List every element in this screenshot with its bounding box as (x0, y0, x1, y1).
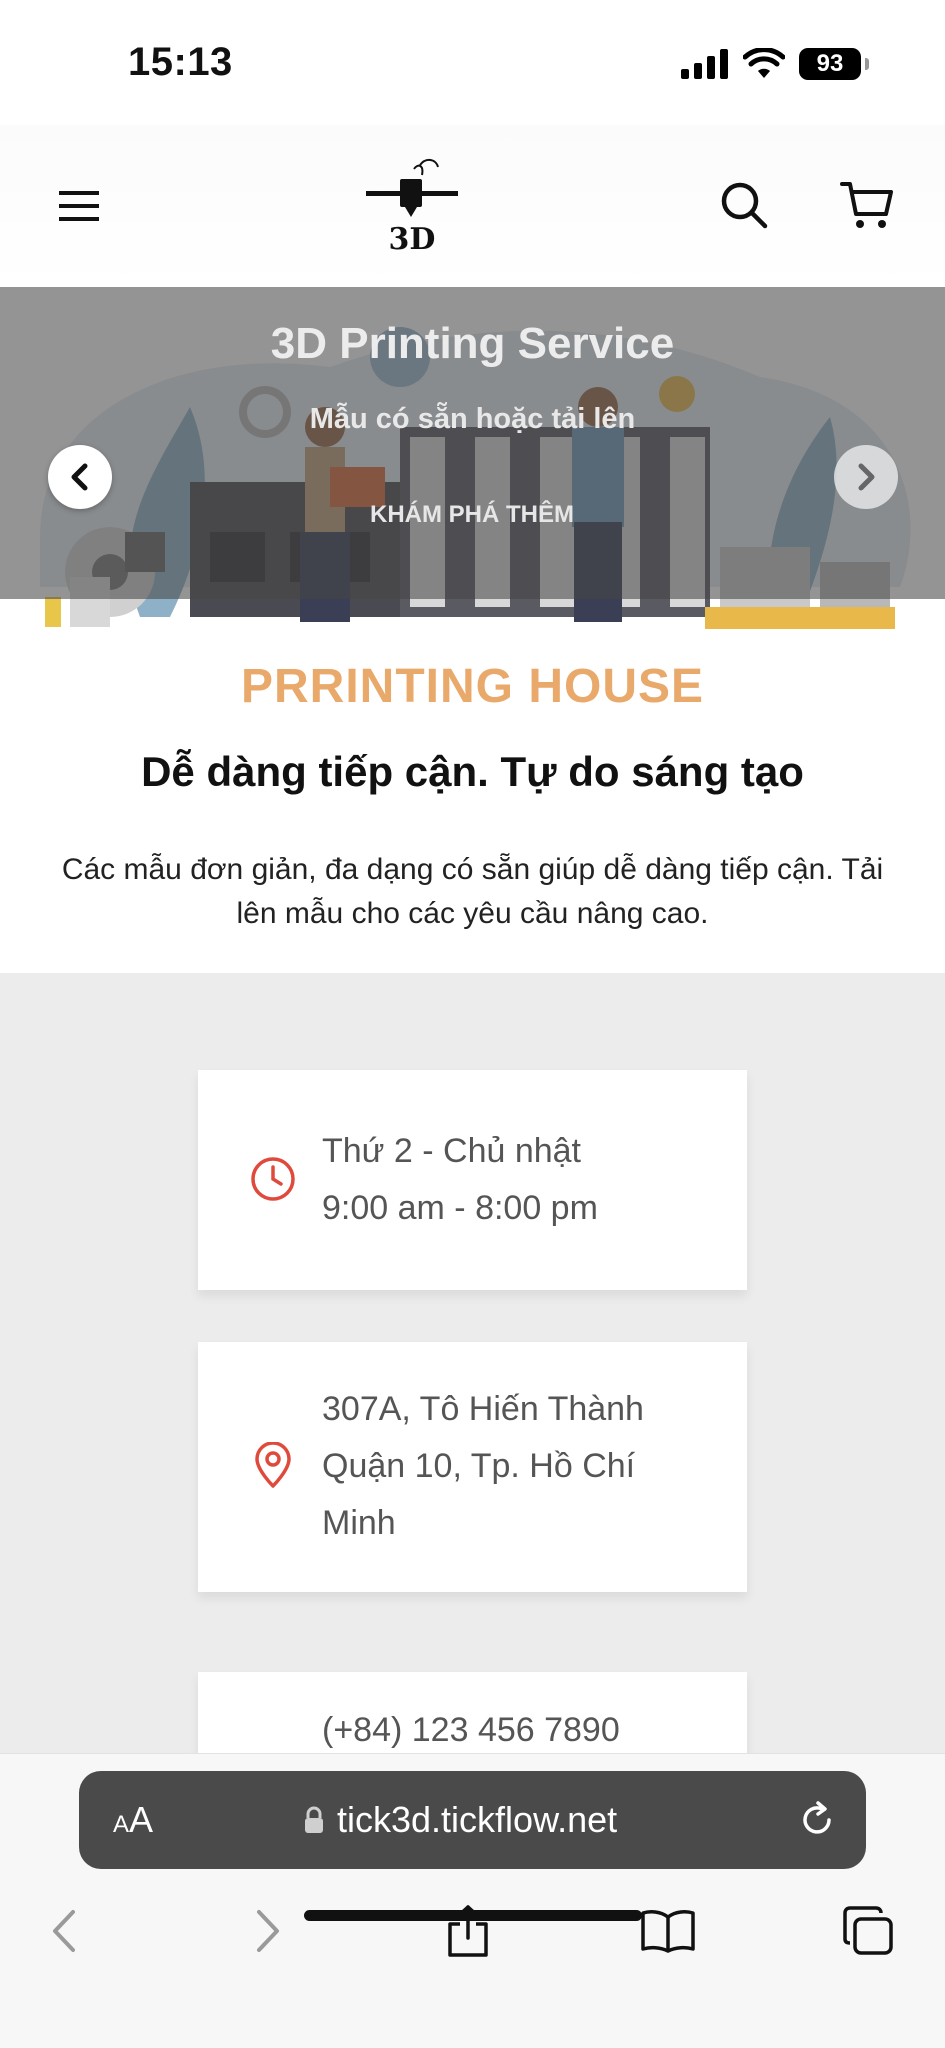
logo-text: 3D (389, 222, 436, 255)
reload-icon[interactable] (796, 1799, 838, 1841)
phone-text[interactable]: (+84) 123 456 7890 (322, 1702, 722, 1759)
battery-icon: 93 (799, 48, 869, 80)
search-icon (721, 182, 768, 229)
url-text: tick3d.tickflow.net (337, 1799, 618, 1840)
address-line-3: Minh (322, 1504, 396, 1542)
url-display[interactable]: tick3d.tickflow.net (303, 1771, 617, 1869)
hours-days: Thứ 2 - Chủ nhật (322, 1132, 582, 1170)
hamburger-menu-icon (59, 191, 99, 221)
intro-section: Dễ dàng tiếp cận. Tự do sáng tạo Các mẫu… (0, 710, 945, 973)
hero-slider: 3D Printing Service Mẫu có sẵn hoặc tải … (0, 287, 945, 710)
hero-title: 3D Printing Service (270, 319, 675, 368)
address-bar[interactable]: AA tick3d.tickflow.net (79, 1771, 866, 1869)
hero-subtitle: Mẫu có sẵn hoặc tải lên (309, 403, 636, 435)
back-icon (53, 1910, 75, 1952)
info-section: Thứ 2 - Chủ nhật 9:00 am - 8:00 pm 307A,… (0, 973, 945, 1792)
tabs-button[interactable] (836, 1899, 900, 1963)
chevron-right-icon (858, 463, 875, 491)
search-button[interactable] (712, 173, 776, 237)
forward-icon (257, 1910, 279, 1952)
intro-text: Các mẫu đơn giản, đa dạng có sẵn giúp dễ… (61, 853, 884, 930)
tabs-icon (843, 1906, 893, 1955)
hours-card: Thứ 2 - Chủ nhật 9:00 am - 8:00 pm (198, 1070, 747, 1290)
wifi-icon (743, 48, 785, 78)
location-pin-icon (255, 1442, 291, 1488)
bookmarks-button[interactable] (636, 1899, 700, 1963)
share-button[interactable] (436, 1899, 500, 1963)
browser-toolbar: AA tick3d.tickflow.net (0, 1753, 945, 2048)
address-card: 307A, Tô Hiến Thành Quận 10, Tp. Hồ Chí … (198, 1342, 747, 1592)
clock-icon (251, 1157, 295, 1201)
cart-button[interactable] (834, 173, 900, 237)
forward-button[interactable] (236, 1899, 300, 1963)
slider-prev-button[interactable] (48, 445, 112, 509)
status-icons: 93 (681, 44, 869, 84)
hours-time: 9:00 am - 8:00 pm (322, 1189, 598, 1227)
lock-icon (305, 1806, 323, 1833)
site-logo[interactable]: 3D (362, 155, 462, 255)
shopping-cart-icon (840, 182, 893, 228)
home-indicator (304, 1910, 642, 1921)
intro-heading: Dễ dàng tiếp cận. Tự do sáng tạo (141, 748, 804, 795)
slider-next-button[interactable] (834, 445, 898, 509)
reader-options-button[interactable]: AA (113, 1771, 153, 1869)
address-text: 307A, Tô Hiến Thành Quận 10, Tp. Hồ Chí … (322, 1381, 722, 1552)
status-bar: 15:13 93 (0, 0, 945, 125)
explore-more-button[interactable]: KHÁM PHÁ THÊM (352, 492, 592, 538)
battery-level: 93 (816, 50, 844, 77)
site-header: 3D (0, 125, 945, 287)
bookmarks-icon (641, 1910, 695, 1953)
status-time: 15:13 (128, 40, 233, 84)
chevron-left-icon (71, 463, 88, 491)
hours-text: Thứ 2 - Chủ nhật 9:00 am - 8:00 pm (322, 1123, 722, 1237)
menu-button[interactable] (48, 175, 110, 237)
back-button[interactable] (32, 1899, 96, 1963)
cellular-signal-icon (681, 49, 728, 79)
address-line-1: 307A, Tô Hiến Thành (322, 1390, 644, 1428)
address-line-2: Quận 10, Tp. Hồ Chí (322, 1447, 636, 1485)
hero-caption: PRRINTING HOUSE (240, 660, 705, 710)
